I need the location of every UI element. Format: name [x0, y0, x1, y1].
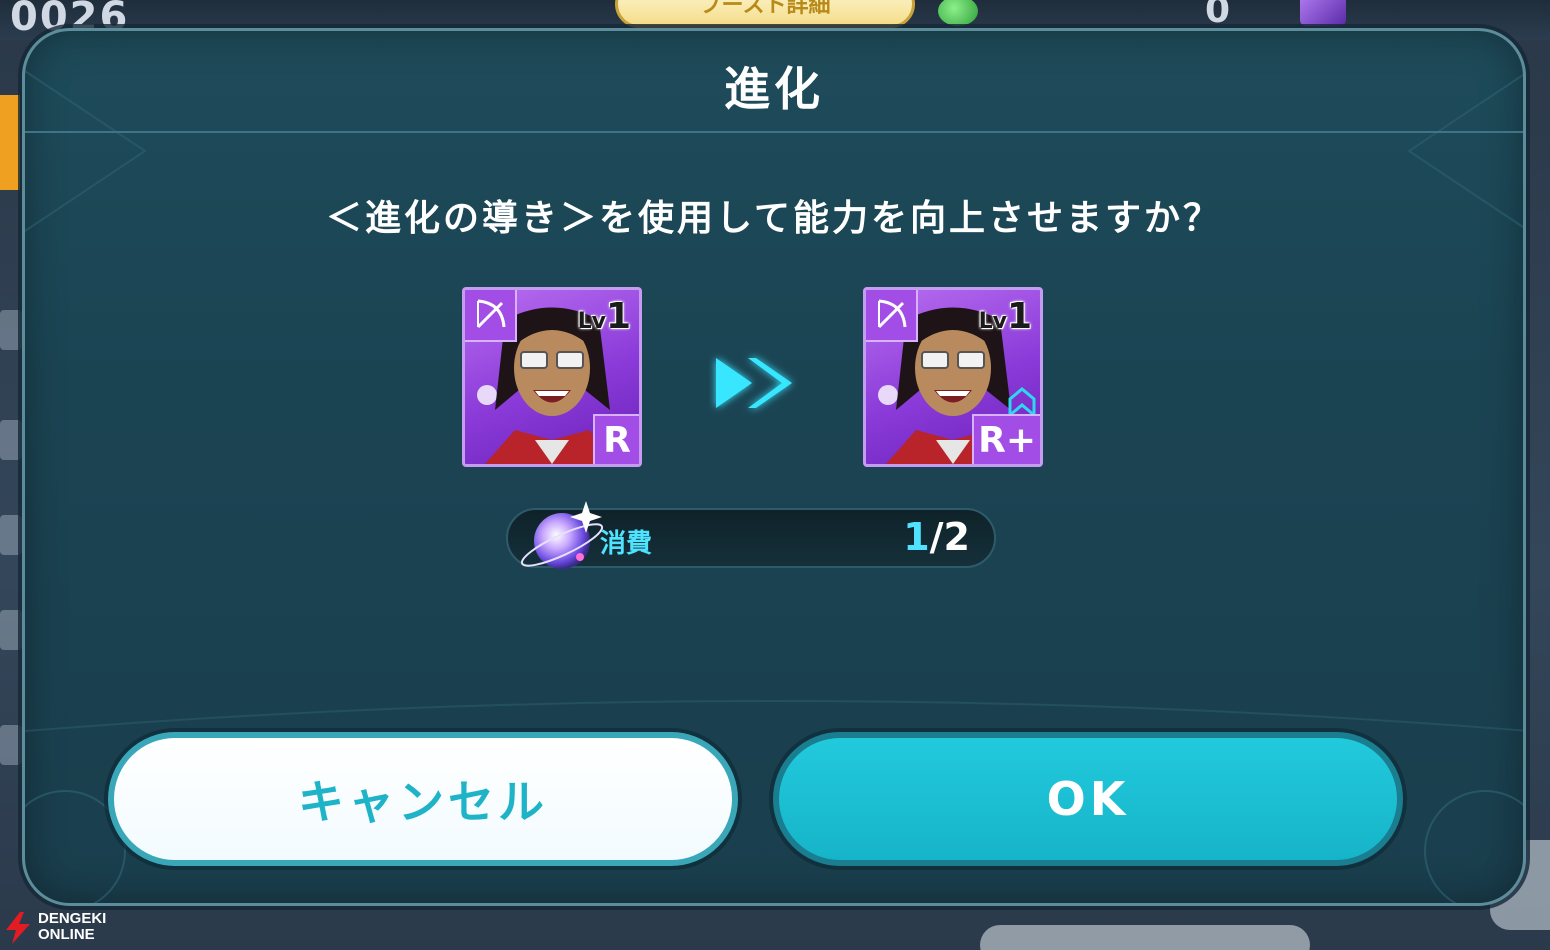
lightning-logo-icon [6, 912, 30, 944]
background-footer-item [980, 925, 1310, 950]
archer-class-icon [465, 290, 517, 342]
rarity-badge: R+ [972, 414, 1040, 464]
dialog-header: 進化 [25, 31, 1523, 133]
green-gem-icon [938, 0, 978, 26]
background-side-item [0, 725, 22, 765]
level-value: 1 [605, 296, 631, 337]
archer-class-icon [866, 290, 918, 342]
level-label: Lv1 [978, 296, 1032, 337]
consume-total: 2 [943, 515, 970, 559]
background-side-item [0, 515, 22, 555]
rarity-badge: R [593, 414, 639, 464]
evolution-guide-item-icon [520, 501, 604, 569]
dialog-title: 進化 [724, 62, 824, 116]
watermark-line2: ONLINE [38, 926, 95, 943]
consume-label: 消費 [600, 529, 653, 559]
boost-detail-button: ブースト詳細 [615, 0, 915, 28]
currency-count: 0 [1205, 0, 1231, 31]
rank-up-chevron-icon [1008, 387, 1036, 417]
confirmation-message: ＜進化の導き＞を使用して能力を向上させますか？ [326, 198, 1222, 239]
double-arrow-right-icon [716, 358, 792, 408]
dengeki-online-watermark: DENGEKI ONLINE [4, 908, 134, 948]
level-value: 1 [1006, 296, 1032, 337]
consume-current: 1 [903, 515, 930, 559]
watermark-line1: DENGEKI [38, 910, 107, 927]
background-side-item [0, 310, 22, 350]
ok-button[interactable]: OK [773, 732, 1403, 866]
consume-count: 1/2 [870, 515, 970, 559]
background-side-item [0, 610, 22, 650]
character-card-before: Lv1 R [462, 287, 642, 467]
purple-crystal-icon [1300, 0, 1346, 26]
consume-separator: / [929, 515, 944, 559]
background-side-tab [0, 95, 20, 190]
character-card-after: Lv1 R+ [863, 287, 1043, 467]
background-side-item [0, 420, 22, 460]
cancel-button[interactable]: キャンセル [108, 732, 738, 866]
level-label: Lv1 [577, 296, 631, 337]
